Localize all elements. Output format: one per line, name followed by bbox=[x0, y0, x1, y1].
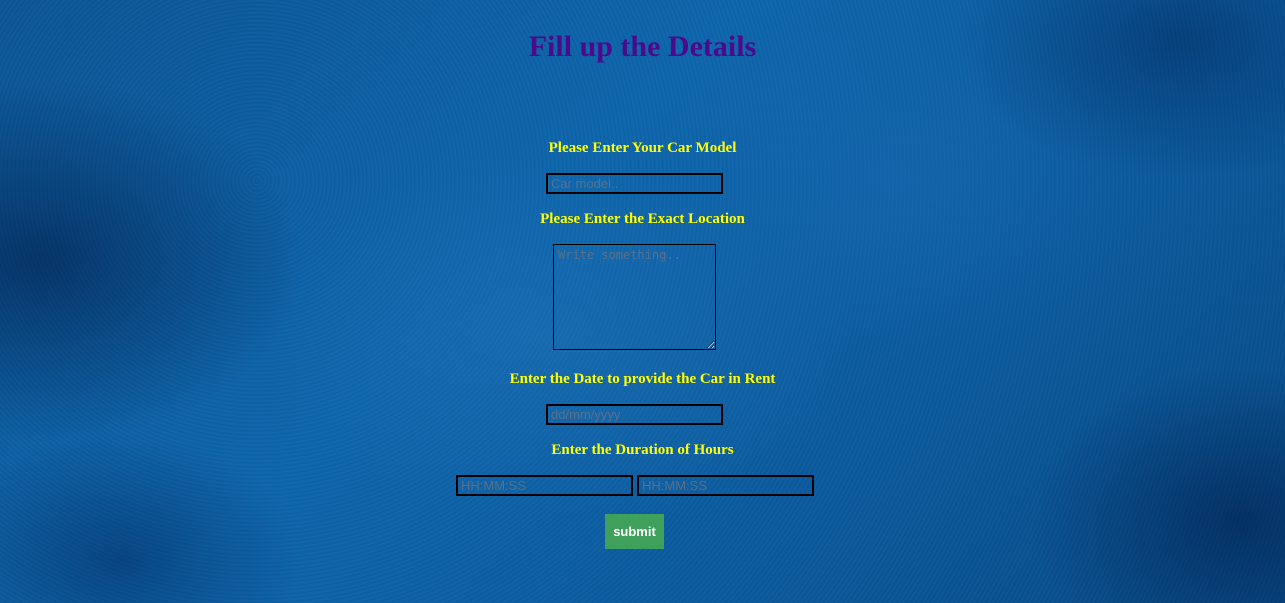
car-model-input[interactable] bbox=[546, 173, 723, 194]
rent-date-input[interactable] bbox=[546, 404, 723, 425]
submit-button[interactable]: submit bbox=[605, 514, 664, 549]
rent-date-label: Enter the Date to provide the Car in Ren… bbox=[509, 371, 776, 387]
location-label: Please Enter the Exact Location bbox=[540, 211, 745, 227]
page-title: Fill up the Details bbox=[528, 30, 757, 63]
car-model-label: Please Enter Your Car Model bbox=[548, 140, 737, 156]
duration-end-input[interactable] bbox=[637, 475, 814, 496]
location-textarea[interactable] bbox=[553, 244, 716, 350]
duration-start-input[interactable] bbox=[456, 475, 633, 496]
duration-label: Enter the Duration of Hours bbox=[551, 442, 734, 458]
